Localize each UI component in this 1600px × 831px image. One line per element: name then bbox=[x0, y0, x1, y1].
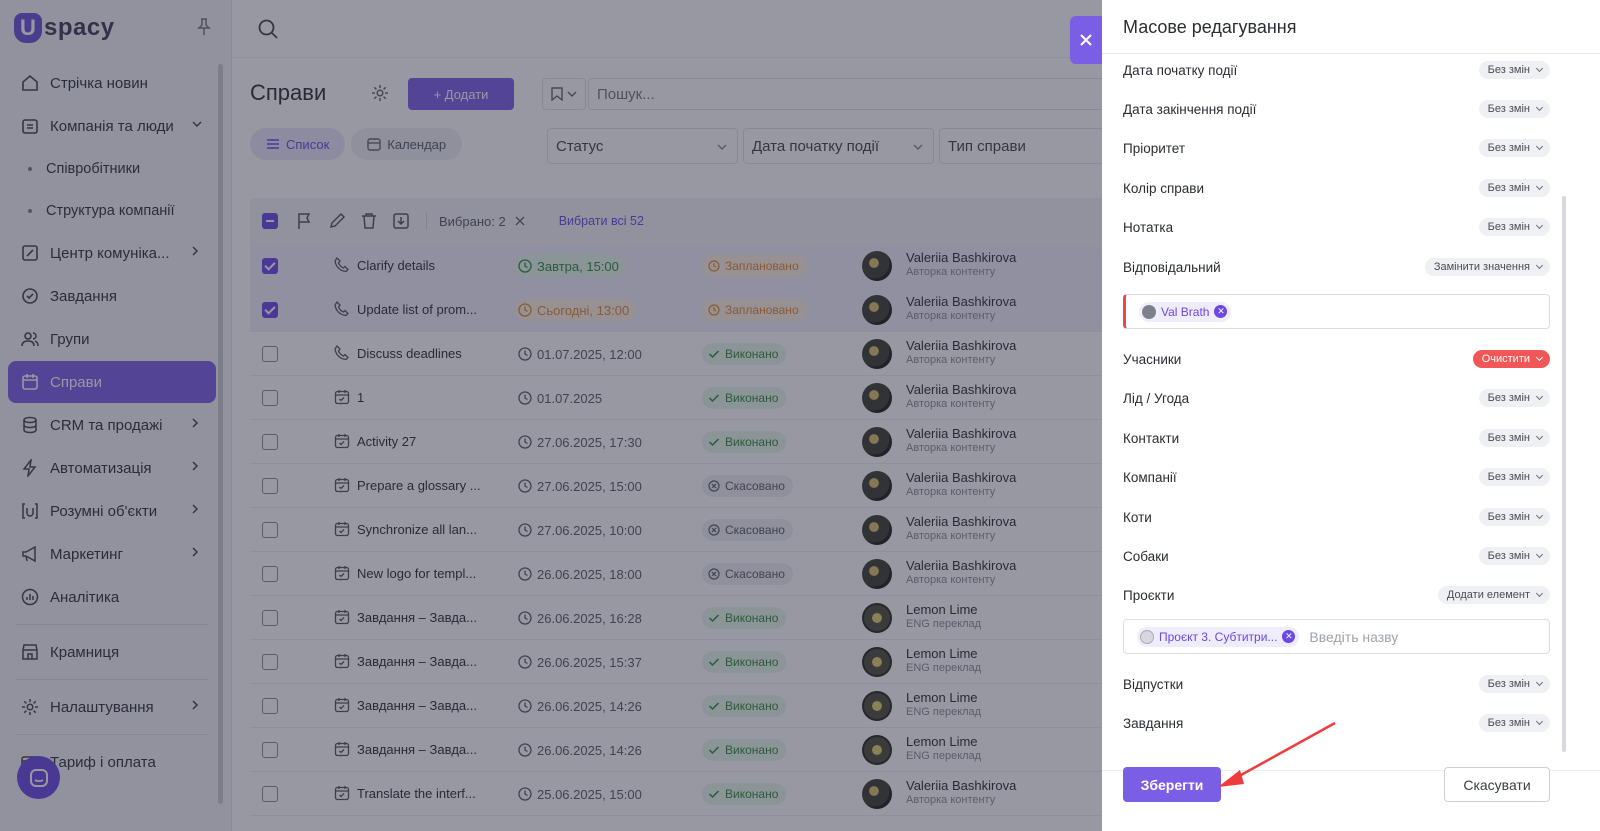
panel-body: Дата початку події Без змін Дата закінчен… bbox=[1102, 54, 1600, 770]
field-vacations: Відпустки Без змін bbox=[1123, 670, 1550, 698]
field-label: Відпустки bbox=[1123, 676, 1184, 692]
bulk-edit-panel: Масове редагування Дата початку події Без… bbox=[1102, 0, 1600, 831]
field-note: Нотатка Без змін bbox=[1123, 213, 1550, 241]
field-end-date: Дата закінчення події Без змін bbox=[1123, 95, 1550, 123]
field-mode-select[interactable]: Замінити значення bbox=[1424, 258, 1550, 276]
field-cats: Коти Без змін bbox=[1123, 503, 1550, 531]
field-label: Собаки bbox=[1123, 548, 1169, 564]
field-mode-select[interactable]: Без змін bbox=[1478, 508, 1550, 526]
field-contacts: Контакти Без змін bbox=[1123, 424, 1550, 452]
save-button[interactable]: Зберегти bbox=[1123, 767, 1221, 802]
field-label: Коти bbox=[1123, 509, 1152, 525]
remove-chip-icon[interactable]: ✕ bbox=[1214, 305, 1228, 318]
field-label: Лід / Угода bbox=[1123, 390, 1190, 406]
field-label: Колір справи bbox=[1123, 180, 1204, 196]
field-mode-select[interactable]: Без змін bbox=[1478, 675, 1550, 693]
field-label: Дата початку події bbox=[1123, 62, 1238, 78]
field-label: Нотатка bbox=[1123, 219, 1174, 235]
field-label: Контакти bbox=[1123, 430, 1180, 446]
project-search-input[interactable]: Введіть назву bbox=[1309, 629, 1398, 645]
field-mode-select[interactable]: Без змін bbox=[1478, 547, 1550, 565]
project-chip: Проєкт 3. Субтитри... ✕ bbox=[1137, 626, 1300, 647]
field-mode-select[interactable]: Без змін bbox=[1478, 429, 1550, 447]
field-dogs: Собаки Без змін bbox=[1123, 542, 1550, 570]
responsible-input[interactable]: Val Brath ✕ bbox=[1123, 294, 1550, 329]
field-mode-select[interactable]: Без змін bbox=[1478, 100, 1550, 118]
field-mode-select[interactable]: Очистити bbox=[1472, 350, 1550, 368]
project-avatar bbox=[1140, 629, 1154, 644]
cancel-button[interactable]: Скасувати bbox=[1444, 767, 1550, 802]
close-panel-button[interactable] bbox=[1070, 16, 1102, 64]
panel-footer: Зберегти Скасувати bbox=[1102, 767, 1600, 831]
field-label: Компанії bbox=[1123, 469, 1177, 485]
field-mode-select[interactable]: Додати елемент bbox=[1437, 586, 1550, 604]
field-priority: Пріоритет Без змін bbox=[1123, 134, 1550, 162]
chip-label: Проєкт 3. Субтитри... bbox=[1159, 629, 1278, 644]
field-mode-select[interactable]: Без змін bbox=[1478, 179, 1550, 197]
remove-chip-icon[interactable]: ✕ bbox=[1282, 630, 1296, 643]
field-label: Відповідальний bbox=[1123, 259, 1221, 275]
field-color: Колір справи Без змін bbox=[1123, 174, 1550, 202]
field-mode-select[interactable]: Без змін bbox=[1478, 218, 1550, 236]
field-mode-select[interactable]: Без змін bbox=[1478, 389, 1550, 407]
field-projects: Проєкти Додати елемент bbox=[1123, 581, 1550, 609]
field-mode-select[interactable]: Без змін bbox=[1478, 468, 1550, 486]
field-label: Учасники bbox=[1123, 351, 1182, 367]
field-participants: Учасники Очистити bbox=[1123, 345, 1550, 373]
modal-overlay[interactable] bbox=[0, 0, 1102, 831]
field-companies: Компанії Без змін bbox=[1123, 463, 1550, 491]
field-label: Завдання bbox=[1123, 715, 1184, 731]
field-mode-select[interactable]: Без змін bbox=[1478, 714, 1550, 732]
user-chip: Val Brath ✕ bbox=[1139, 301, 1232, 322]
annotation-arrow-icon bbox=[1218, 721, 1336, 787]
projects-input[interactable]: Проєкт 3. Субтитри... ✕ Введіть назву bbox=[1123, 619, 1550, 654]
avatar bbox=[1142, 304, 1156, 319]
panel-title: Масове редагування bbox=[1123, 17, 1297, 37]
close-icon bbox=[1080, 34, 1092, 46]
field-lead-deal: Лід / Угода Без змін bbox=[1123, 384, 1550, 412]
panel-scrollbar[interactable] bbox=[1562, 196, 1566, 752]
field-start-date: Дата початку події Без змін bbox=[1123, 56, 1550, 84]
field-mode-select[interactable]: Без змін bbox=[1478, 61, 1550, 79]
field-mode-select[interactable]: Без змін bbox=[1478, 139, 1550, 157]
field-label: Дата закінчення події bbox=[1123, 101, 1257, 117]
field-label: Проєкти bbox=[1123, 587, 1175, 603]
field-responsible: Відповідальний Замінити значення bbox=[1123, 253, 1550, 281]
field-label: Пріоритет bbox=[1123, 140, 1186, 156]
chip-label: Val Brath bbox=[1161, 304, 1210, 319]
